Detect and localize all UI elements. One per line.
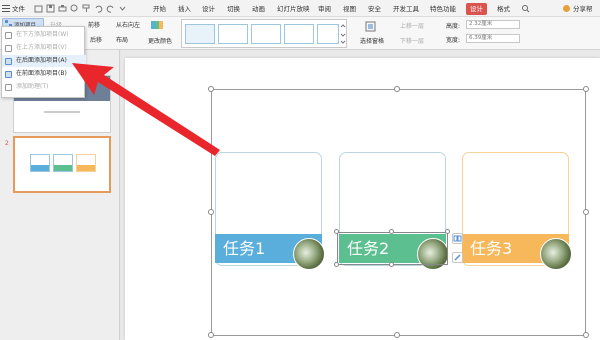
height-label: 高度:: [446, 23, 461, 30]
menu-bar: 文件 开始 插入 设计 切换 动画 幻灯片放映 审阅 视图 安全 开发工具 特色…: [0, 0, 600, 17]
selection-pane-icon: [365, 21, 376, 32]
style-option-4[interactable]: [284, 24, 314, 44]
redo-icon[interactable]: [106, 4, 115, 13]
gallery-more-icon[interactable]: [340, 22, 346, 46]
rtl-button[interactable]: 从右向左: [116, 20, 140, 29]
menu-item-label: 在后面添加项目(A): [16, 57, 67, 64]
menu-item-add-above[interactable]: 在上方添加项目(V): [2, 42, 86, 54]
move-down-button[interactable]: 下移一层: [400, 36, 424, 45]
add-below-icon: [5, 32, 12, 39]
layout-options-icon[interactable]: [452, 233, 463, 244]
tab-features[interactable]: 特色功能: [430, 3, 456, 15]
menu-item-add-below[interactable]: 在下方添加项目(W): [2, 29, 86, 41]
ribbon: 添加项目 升级 前移 从右向左 后移 布局 更改颜色 选择窗格 上移一层 下移一…: [0, 17, 600, 50]
tab-view[interactable]: 视图: [343, 3, 356, 15]
change-color-button[interactable]: 更改颜色: [148, 36, 172, 45]
tab-animation[interactable]: 动画: [252, 3, 265, 15]
tab-security[interactable]: 安全: [368, 3, 381, 15]
move-forward-button[interactable]: 前移: [88, 20, 100, 29]
add-above-icon: [5, 45, 12, 52]
tab-smartart-design[interactable]: 设计: [466, 3, 487, 15]
width-input[interactable]: 6.39厘米: [466, 34, 520, 43]
task-avatar-1: [293, 238, 325, 270]
resize-handle-tr[interactable]: [583, 86, 589, 92]
shape-handle-tl[interactable]: [334, 229, 339, 234]
save-icon[interactable]: [46, 4, 55, 13]
style-option-5[interactable]: [317, 24, 339, 44]
move-back-button[interactable]: 后移: [90, 35, 102, 44]
share-label[interactable]: 分享帮: [573, 3, 593, 15]
add-before-icon: [5, 71, 12, 78]
task-label-1: 任务1: [223, 239, 266, 258]
layout-button[interactable]: 布局: [116, 35, 128, 44]
open-icon[interactable]: [34, 4, 43, 13]
shape-handle-bc[interactable]: [389, 262, 394, 267]
search-icon[interactable]: [521, 4, 530, 13]
menu-item-label: 在上方添加项目(V): [16, 44, 67, 51]
resize-handle-ml[interactable]: [208, 209, 214, 215]
pen-edit-icon[interactable]: [452, 252, 463, 263]
resize-handle-bl[interactable]: [208, 332, 214, 338]
add-after-icon: [5, 58, 12, 65]
file-menu[interactable]: 文件: [12, 3, 25, 15]
menu-item-label: 添加助理(T): [16, 83, 49, 90]
print-icon[interactable]: [58, 4, 67, 13]
annotation-arrow: [70, 55, 230, 160]
width-label: 宽度:: [446, 37, 461, 44]
tab-slideshow[interactable]: 幻灯片放映: [277, 3, 310, 15]
height-input[interactable]: 2.32厘米: [466, 20, 520, 29]
style-gallery: [181, 19, 347, 48]
format-painter-icon[interactable]: [82, 4, 91, 13]
task-avatar-3: [540, 238, 572, 270]
preview-icon[interactable]: [70, 4, 79, 13]
tab-insert[interactable]: 插入: [178, 3, 191, 15]
resize-handle-bc[interactable]: [394, 332, 400, 338]
tab-developer[interactable]: 开发工具: [393, 3, 419, 15]
shape-handle-tc[interactable]: [389, 229, 394, 234]
shape-handle-tr[interactable]: [445, 229, 450, 234]
style-option-2[interactable]: [218, 24, 248, 44]
selection-pane-button[interactable]: 选择窗格: [360, 36, 384, 45]
share-icon[interactable]: [562, 4, 571, 13]
resize-handle-mr[interactable]: [583, 209, 589, 215]
tab-design[interactable]: 设计: [202, 3, 215, 15]
add-assistant-icon: [5, 84, 12, 91]
move-up-button[interactable]: 上移一层: [400, 21, 424, 30]
resize-handle-tc[interactable]: [394, 86, 400, 92]
style-option-3[interactable]: [251, 24, 281, 44]
tab-review[interactable]: 审阅: [318, 3, 331, 15]
undo-icon[interactable]: [94, 4, 103, 13]
menu-item-label: 在前面添加项目(B): [16, 70, 67, 77]
change-color-icon: [150, 19, 164, 31]
tab-format[interactable]: 格式: [497, 3, 510, 15]
slide-number-2: 2: [5, 140, 9, 147]
task-label-3: 任务3: [470, 239, 513, 258]
tab-home[interactable]: 开始: [153, 3, 166, 15]
shape-handle-bl[interactable]: [334, 262, 339, 267]
dropdown-chevron-icon[interactable]: [118, 4, 127, 13]
tab-transition[interactable]: 切换: [227, 3, 240, 15]
resize-handle-br[interactable]: [583, 332, 589, 338]
selected-shape-frame: [337, 232, 448, 265]
style-option-1[interactable]: [185, 24, 215, 44]
menu-icon[interactable]: [2, 4, 10, 12]
menu-item-label: 在下方添加项目(W): [16, 31, 69, 38]
